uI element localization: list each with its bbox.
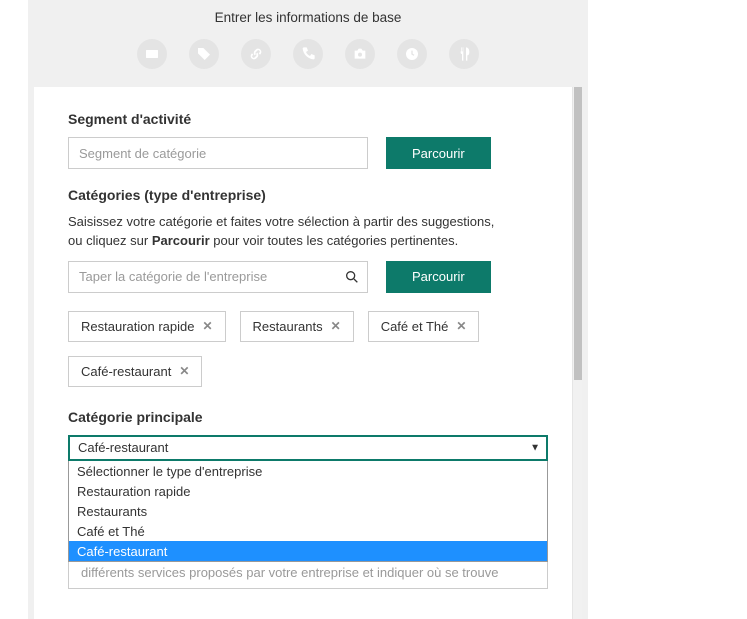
chip-label: Restauration rapide — [81, 319, 194, 334]
main-category-heading: Catégorie principale — [68, 409, 548, 425]
chip-item[interactable]: Café et Thé ✕ — [368, 311, 480, 342]
categories-help: Saisissez votre catégorie et faites votr… — [68, 213, 498, 251]
header-title: Entrer les informations de base — [28, 10, 588, 25]
main-category-select-region: Café-restaurant ▼ Sélectionner le type d… — [68, 435, 548, 589]
categories-help-bold: Parcourir — [152, 233, 210, 248]
main-category-select[interactable]: Café-restaurant ▼ — [68, 435, 548, 461]
categories-heading: Catégories (type d'entreprise) — [68, 187, 548, 203]
scroll-thumb[interactable] — [574, 87, 582, 380]
dropdown-option[interactable]: Restauration rapide — [69, 481, 547, 501]
chip-remove-icon[interactable]: ✕ — [456, 319, 466, 333]
chip-label: Restaurants — [253, 319, 323, 334]
category-chips: Restauration rapide ✕ Restaurants ✕ Café… — [68, 311, 548, 387]
step-icon-row — [28, 31, 588, 87]
step-cutlery-icon[interactable] — [449, 39, 479, 69]
step-card-icon[interactable] — [137, 39, 167, 69]
dropdown-option[interactable]: Café et Thé — [69, 521, 547, 541]
select-value: Café-restaurant — [78, 440, 168, 455]
step-camera-icon[interactable] — [345, 39, 375, 69]
form-wrapper: Entrer les informations de base Segment … — [28, 0, 588, 619]
chip-item[interactable]: Café-restaurant ✕ — [68, 356, 202, 387]
dropdown-option[interactable]: Sélectionner le type d'entreprise — [69, 461, 547, 481]
categories-help-post: pour voir toutes les catégories pertinen… — [210, 233, 459, 248]
category-search-input[interactable] — [68, 261, 368, 293]
trailing-help-text: différents services proposés par votre e… — [68, 562, 548, 589]
chip-item[interactable]: Restaurants ✕ — [240, 311, 354, 342]
chip-remove-icon[interactable]: ✕ — [179, 364, 189, 378]
dropdown-option[interactable]: Restaurants — [69, 501, 547, 521]
step-phone-icon[interactable] — [293, 39, 323, 69]
segment-input[interactable] — [68, 137, 368, 169]
chip-remove-icon[interactable]: ✕ — [331, 319, 341, 333]
dropdown-option[interactable]: Café-restaurant — [69, 541, 547, 561]
chip-item[interactable]: Restauration rapide ✕ — [68, 311, 226, 342]
panel-scrollbar[interactable] — [572, 87, 582, 619]
step-tag-icon[interactable] — [189, 39, 219, 69]
main-category-dropdown[interactable]: Sélectionner le type d'entrepriseRestaur… — [68, 461, 548, 562]
chip-remove-icon[interactable]: ✕ — [202, 319, 212, 333]
form-panel: Segment d'activité Parcourir Catégories … — [34, 87, 582, 619]
chip-label: Café et Thé — [381, 319, 449, 334]
chevron-down-icon: ▼ — [530, 442, 540, 453]
form-header: Entrer les informations de base — [28, 0, 588, 31]
step-clock-icon[interactable] — [397, 39, 427, 69]
segment-heading: Segment d'activité — [68, 111, 548, 127]
category-browse-button[interactable]: Parcourir — [386, 261, 491, 293]
segment-browse-button[interactable]: Parcourir — [386, 137, 491, 169]
chip-label: Café-restaurant — [81, 364, 171, 379]
step-link-icon[interactable] — [241, 39, 271, 69]
